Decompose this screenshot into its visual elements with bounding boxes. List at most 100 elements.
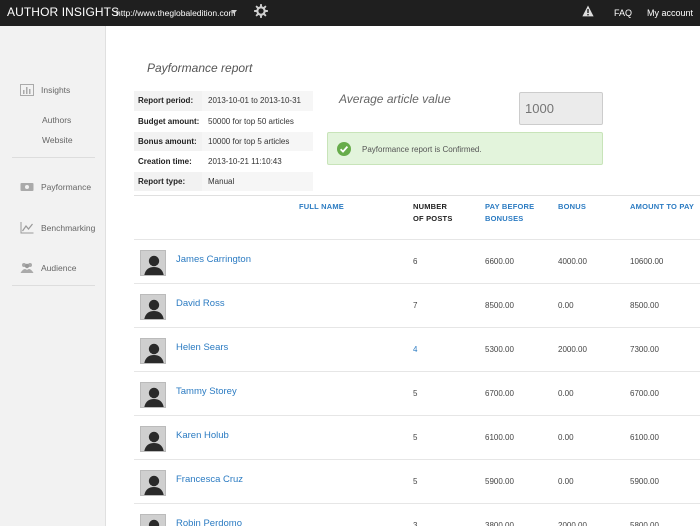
cell-bonus: 2000.00: [558, 345, 587, 354]
meta-key: Report type:: [134, 171, 202, 193]
author-name-link[interactable]: Karen Holub: [176, 430, 229, 441]
table-row: David Ross 7 8500.00 0.00 8500.00: [134, 283, 700, 327]
author-name-link[interactable]: James Carrington: [176, 254, 251, 265]
cell-bonus: 4000.00: [558, 257, 587, 266]
sidebar-item-label: Audience: [41, 263, 77, 273]
header-text: OF POSTS: [413, 214, 453, 223]
meta-value: 50000 for top 50 articles: [202, 111, 313, 132]
report-meta-table: Report period: 2013-10-01 to 2013-10-31 B…: [134, 91, 313, 193]
money-icon: [20, 183, 34, 191]
meta-key: Creation time:: [134, 151, 202, 173]
table-row: James Carrington 6 6600.00 4000.00 10600.00: [134, 239, 700, 283]
cell-pay-before-bonuses: 5900.00: [485, 477, 514, 486]
meta-key: Report period:: [134, 91, 202, 112]
meta-row: Report type: Manual: [134, 171, 313, 193]
cell-number-of-posts: 5: [413, 389, 418, 398]
sidebar-divider: [12, 285, 95, 286]
author-name-link[interactable]: Robin Perdomo: [176, 518, 242, 526]
avatar: [140, 426, 166, 452]
sidebar-item-label: Insights: [41, 85, 71, 95]
meta-key: Budget amount:: [134, 111, 202, 132]
cell-pay-before-bonuses: 3800.00: [485, 521, 514, 526]
my-account-link[interactable]: My account: [647, 8, 693, 18]
author-name-link[interactable]: Helen Sears: [176, 342, 228, 353]
cell-amount-to-pay: 8500.00: [630, 301, 659, 310]
meta-value: 2013-10-01 to 2013-10-31: [202, 91, 313, 112]
cell-number-of-posts: 5: [413, 477, 418, 486]
column-header-bonus[interactable]: BONUS: [558, 201, 586, 213]
author-name-link[interactable]: Francesca Cruz: [176, 474, 243, 485]
table-row: Karen Holub 5 6100.00 0.00 6100.00: [134, 415, 700, 459]
cell-amount-to-pay: 5900.00: [630, 477, 659, 486]
cell-pay-before-bonuses: 6600.00: [485, 257, 514, 266]
top-bar: AUTHOR INSIGHTS http://www.theglobaledit…: [0, 0, 700, 26]
cell-pay-before-bonuses: 6100.00: [485, 433, 514, 442]
column-header-pay-before-bonuses[interactable]: PAY BEFORE BONUSES: [485, 201, 534, 225]
cell-bonus: 0.00: [558, 433, 574, 442]
meta-value: 2013-10-21 11:10:43: [202, 151, 313, 173]
cell-number-of-posts[interactable]: 4: [413, 345, 417, 354]
column-header-amount-to-pay[interactable]: AMOUNT TO PAY: [630, 201, 694, 213]
gear-icon[interactable]: [254, 4, 268, 18]
cell-number-of-posts: 7: [413, 301, 418, 310]
cell-pay-before-bonuses: 8500.00: [485, 301, 514, 310]
check-circle-icon: [337, 142, 351, 156]
chevron-down-icon[interactable]: [231, 10, 237, 14]
table-row: Francesca Cruz 5 5900.00 0.00 5900.00: [134, 459, 700, 503]
cell-bonus: 0.00: [558, 477, 574, 486]
header-text: PAY BEFORE: [485, 202, 535, 211]
cell-amount-to-pay: 6100.00: [630, 433, 659, 442]
site-selector[interactable]: http://www.theglobaledition.com: [116, 8, 236, 18]
cell-bonus: 2000.00: [558, 521, 587, 526]
avatar: [140, 514, 166, 526]
cell-number-of-posts: 3: [413, 521, 418, 526]
avatar: [140, 338, 166, 364]
average-article-value-input[interactable]: [519, 92, 603, 125]
cell-amount-to-pay: 6700.00: [630, 389, 659, 398]
cell-bonus: 0.00: [558, 389, 574, 398]
sidebar-item-label: Payformance: [41, 182, 92, 192]
cell-amount-to-pay: 7300.00: [630, 345, 659, 354]
avatar: [140, 250, 166, 276]
meta-value: 10000 for top 5 articles: [202, 131, 313, 153]
alert-message: Payformance report is Confirmed.: [362, 145, 482, 154]
bar-chart-icon: [20, 84, 34, 96]
warning-icon[interactable]: [582, 5, 594, 17]
author-name-link[interactable]: David Ross: [176, 298, 225, 309]
sidebar-item-insights[interactable]: Insights: [20, 82, 106, 98]
sidebar-subitem-website[interactable]: Website: [42, 135, 73, 145]
header-text: FULL NAME: [299, 202, 344, 211]
cell-number-of-posts: 5: [413, 433, 418, 442]
average-article-value-label: Average article value: [339, 92, 451, 106]
sidebar-item-benchmarking[interactable]: Benchmarking: [20, 220, 106, 236]
table-row: Robin Perdomo 3 3800.00 2000.00 5800.00: [134, 503, 700, 526]
sidebar-divider: [12, 157, 95, 158]
cell-pay-before-bonuses: 6700.00: [485, 389, 514, 398]
line-chart-icon: [20, 222, 34, 234]
meta-value: Manual: [202, 171, 313, 193]
table-row: Helen Sears 4 5300.00 2000.00 7300.00: [134, 327, 700, 371]
cell-pay-before-bonuses: 5300.00: [485, 345, 514, 354]
table-row: Tammy Storey 5 6700.00 0.00 6700.00: [134, 371, 700, 415]
author-name-link[interactable]: Tammy Storey: [176, 386, 237, 397]
meta-row: Creation time: 2013-10-21 11:10:43: [134, 151, 313, 173]
sidebar-item-payformance[interactable]: Payformance: [20, 179, 106, 195]
sidebar-item-audience[interactable]: Audience: [20, 260, 106, 276]
cell-bonus: 0.00: [558, 301, 574, 310]
header-text: NUMBER: [413, 202, 448, 211]
sidebar-subitem-authors[interactable]: Authors: [42, 115, 71, 125]
avatar: [140, 470, 166, 496]
meta-row: Bonus amount: 10000 for top 5 articles: [134, 131, 313, 153]
sidebar-item-label: Benchmarking: [41, 223, 96, 233]
app-brand[interactable]: AUTHOR INSIGHTS: [7, 5, 119, 19]
cell-amount-to-pay: 10600.00: [630, 257, 664, 266]
avatar: [140, 294, 166, 320]
table-header-divider: [134, 195, 700, 196]
column-header-full-name[interactable]: FULL NAME: [299, 201, 344, 213]
avatar: [140, 382, 166, 408]
header-text: BONUSES: [485, 214, 524, 223]
page-title: Payformance report: [147, 61, 253, 75]
sidebar: Insights Authors Website Payformance Ben…: [0, 26, 106, 526]
faq-link[interactable]: FAQ: [614, 8, 632, 18]
meta-row: Budget amount: 50000 for top 50 articles: [134, 111, 313, 132]
